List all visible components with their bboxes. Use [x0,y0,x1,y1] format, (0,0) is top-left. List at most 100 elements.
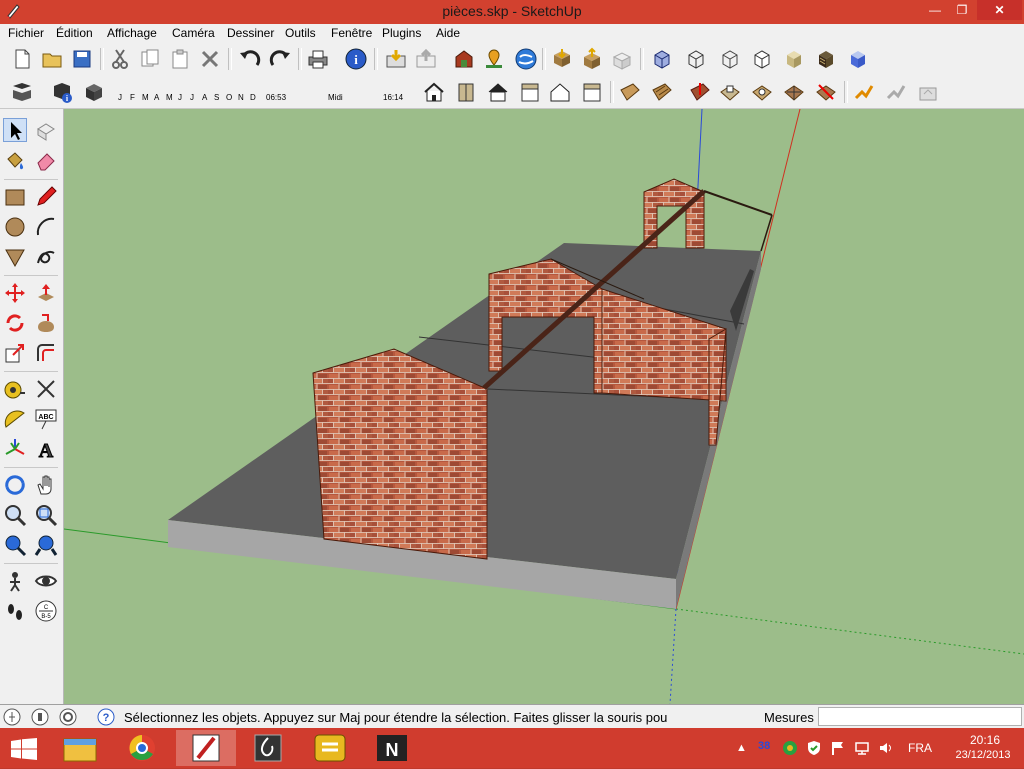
paste-icon[interactable] [168,47,192,71]
pan-hand-icon[interactable] [34,473,58,497]
polygon-icon[interactable] [3,245,27,269]
previous-view-icon[interactable] [34,533,58,557]
photo-textures-icon[interactable] [916,80,940,104]
section-plane-icon[interactable]: C B-5 [34,599,58,623]
redo-icon[interactable] [268,47,292,71]
zoom-extents-icon[interactable] [3,533,27,557]
zoom-icon[interactable] [3,503,27,527]
protractor-icon[interactable] [3,407,27,431]
inkscape-task-icon[interactable] [238,730,298,766]
tray-badge[interactable]: 38 [758,740,770,752]
follow-me-icon[interactable] [34,311,58,335]
clock-date[interactable]: 23/12/2013 [946,749,1020,761]
sandbox-add-detail-icon[interactable] [750,80,774,104]
get-models-icon[interactable] [550,47,574,71]
import-icon[interactable] [384,47,408,71]
model-info-icon[interactable]: i [344,47,368,71]
help-icon[interactable]: ? [97,708,115,726]
menu-fenetre[interactable]: Fenêtre [331,26,372,40]
xray-style-icon[interactable] [650,47,674,71]
top-view-icon[interactable] [486,80,510,104]
minimize-button[interactable]: — [920,0,950,20]
delete-icon[interactable] [198,47,222,71]
orbit-icon[interactable] [3,473,27,497]
geolocation-icon[interactable] [482,47,506,71]
house-3d-icon[interactable] [422,80,446,104]
wireframe-style-icon[interactable] [718,47,742,71]
shadows-icon[interactable] [82,80,106,104]
geolocation-status-icon[interactable] [3,708,21,726]
measurements-input[interactable] [818,707,1022,726]
position-camera-icon[interactable] [3,569,27,593]
open-folder-icon[interactable] [40,47,64,71]
credits-status-icon[interactable] [31,708,49,726]
model-scene[interactable] [64,109,1024,704]
shield-icon[interactable] [806,740,822,756]
scale-icon[interactable] [3,341,27,365]
file-explorer-icon[interactable] [50,730,110,766]
shaded-textures-style-icon[interactable] [814,47,838,71]
eraser-icon[interactable] [34,149,58,173]
layers-icon[interactable] [10,80,34,104]
copy-icon[interactable] [138,47,162,71]
zoom-window-icon[interactable] [34,503,58,527]
close-button[interactable]: ✕ [977,0,1022,20]
right-view-icon[interactable] [518,80,542,104]
sandbox-drape-icon[interactable] [718,80,742,104]
3d-text-icon[interactable]: A [34,437,58,462]
sandbox-stamp-icon[interactable] [688,80,712,104]
menu-dessiner[interactable]: Dessiner [227,26,274,40]
make-component-icon[interactable] [34,119,58,143]
menu-affichage[interactable]: Affichage [107,26,157,40]
axes-icon[interactable] [3,437,27,461]
menu-plugins[interactable]: Plugins [382,26,421,40]
sandbox-smoove-icon[interactable] [618,80,642,104]
monochrome-style-icon[interactable] [846,47,870,71]
circle-icon[interactable] [3,215,27,239]
tray-app-icon[interactable] [782,740,798,756]
back-view-icon[interactable] [548,80,572,104]
add-location-icon[interactable] [852,80,876,104]
export-icon[interactable] [414,47,438,71]
print-icon[interactable] [306,47,330,71]
rectangle-icon[interactable] [3,185,27,209]
menu-fichier[interactable]: Fichier [8,26,44,40]
toggle-terrain-icon[interactable] [884,80,908,104]
earth-icon[interactable] [514,47,538,71]
shaded-style-icon[interactable] [782,47,806,71]
look-around-eye-icon[interactable] [34,569,58,593]
move-icon[interactable] [3,281,27,305]
warehouse-icon[interactable] [452,47,476,71]
3d-viewport[interactable] [64,109,1024,704]
text-label-icon[interactable]: ABC [34,407,58,431]
menu-camera[interactable]: Caméra [172,26,215,40]
maximize-button[interactable]: ❐ [948,0,976,20]
line-pencil-icon[interactable] [34,185,58,209]
sketchup-task-icon[interactable] [176,730,236,766]
start-windows-icon[interactable] [10,738,38,760]
walk-footprints-icon[interactable] [3,599,27,623]
freehand-icon[interactable] [34,245,58,269]
language-indicator[interactable]: FRA [908,741,932,755]
offset-icon[interactable] [34,341,58,365]
action-center-flag-icon[interactable] [830,740,846,756]
volume-icon[interactable] [878,740,894,756]
menu-outils[interactable]: Outils [285,26,316,40]
clock-time[interactable]: 20:16 [950,733,1020,747]
share-component-icon[interactable] [610,47,634,71]
menu-edition[interactable]: Édition [56,26,93,40]
menu-aide[interactable]: Aide [436,26,460,40]
arc-icon[interactable] [34,215,58,239]
sandbox-scratch-icon[interactable] [650,80,674,104]
cut-icon[interactable] [108,47,132,71]
tray-expand-icon[interactable]: ▲ [736,742,747,754]
sandbox-flip-edge-icon[interactable] [782,80,806,104]
new-file-icon[interactable] [10,47,34,71]
undo-icon[interactable] [238,47,262,71]
cosmos-task-icon[interactable] [300,730,360,766]
front-view-icon[interactable] [454,80,478,104]
chrome-icon[interactable] [112,730,172,766]
rotate-icon[interactable] [3,311,27,335]
hidden-line-style-icon[interactable] [750,47,774,71]
back-edges-style-icon[interactable] [684,47,708,71]
